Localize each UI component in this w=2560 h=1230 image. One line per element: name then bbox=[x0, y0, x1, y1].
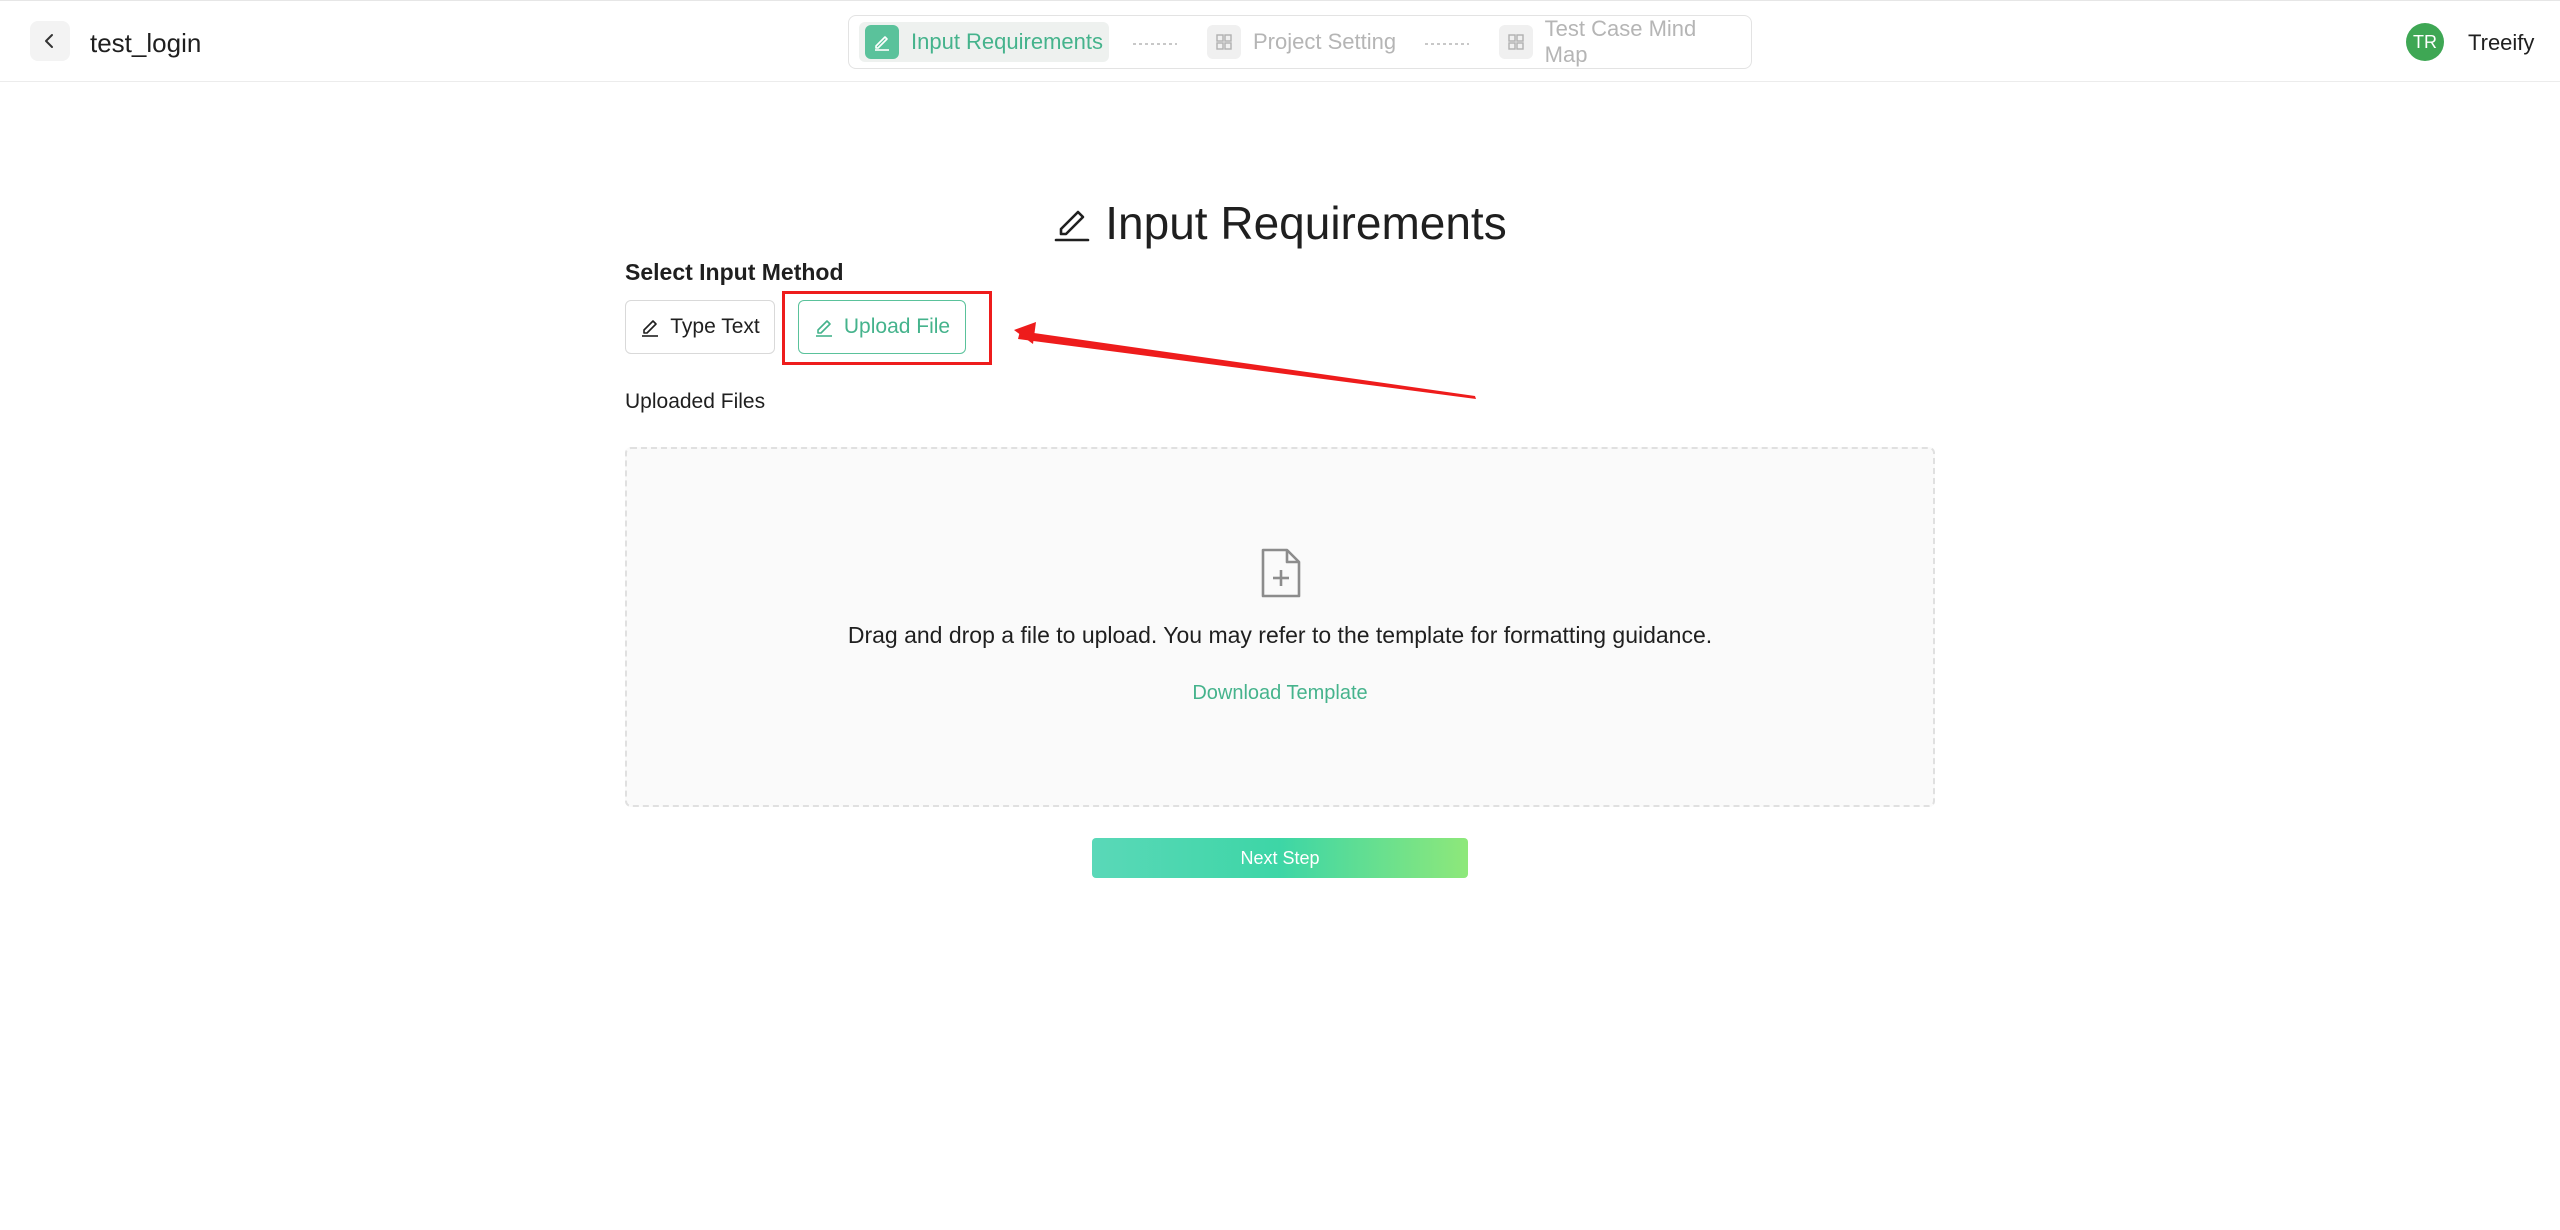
edit-pen-icon bbox=[642, 320, 659, 337]
avatar[interactable]: TR bbox=[2406, 23, 2444, 61]
step-navigation: Input Requirements Project Setting Test … bbox=[848, 15, 1752, 69]
page-title-text: Input Requirements bbox=[1105, 197, 1507, 249]
project-name: test_login bbox=[90, 28, 202, 58]
file-plus-icon bbox=[1261, 548, 1301, 598]
step-input-requirements[interactable]: Input Requirements bbox=[859, 22, 1109, 62]
edit-pen-icon bbox=[1054, 210, 1090, 242]
dropzone-instructions: Drag and drop a file to upload. You may … bbox=[847, 622, 1713, 648]
user-name[interactable]: Treeify bbox=[2468, 30, 2534, 56]
chevron-left-icon bbox=[45, 34, 53, 48]
step-connector bbox=[1133, 43, 1177, 45]
grid-icon bbox=[1207, 25, 1241, 59]
step-test-case-mind-map[interactable]: Test Case Mind Map bbox=[1493, 16, 1743, 67]
step-connector bbox=[1425, 43, 1469, 45]
step-label: Project Setting bbox=[1253, 29, 1397, 54]
step-label: Test Case Mind Map bbox=[1544, 16, 1697, 67]
grid-icon bbox=[1499, 25, 1533, 59]
upload-file-label: Upload File bbox=[843, 315, 951, 338]
uploaded-files-label: Uploaded Files bbox=[625, 390, 766, 413]
step-project-setting[interactable]: Project Setting bbox=[1201, 22, 1411, 62]
back-button[interactable] bbox=[30, 21, 70, 61]
top-bar: test_login Input Requirements Project Se… bbox=[0, 0, 2560, 82]
upload-file-button[interactable]: Upload File bbox=[798, 300, 966, 354]
next-step-button[interactable]: Next Step bbox=[1092, 838, 1468, 878]
edit-pen-icon bbox=[815, 320, 832, 337]
file-dropzone[interactable]: Drag and drop a file to upload. You may … bbox=[625, 447, 1935, 807]
type-text-button[interactable]: Type Text bbox=[625, 300, 775, 354]
download-template-link[interactable]: Download Template bbox=[627, 682, 1933, 705]
page-title: Input Requirements bbox=[0, 196, 2560, 250]
select-input-method-label: Select Input Method bbox=[625, 259, 844, 285]
step-label: Input Requirements bbox=[911, 29, 1103, 54]
type-text-label: Type Text bbox=[670, 315, 760, 338]
edit-pen-icon bbox=[865, 25, 899, 59]
